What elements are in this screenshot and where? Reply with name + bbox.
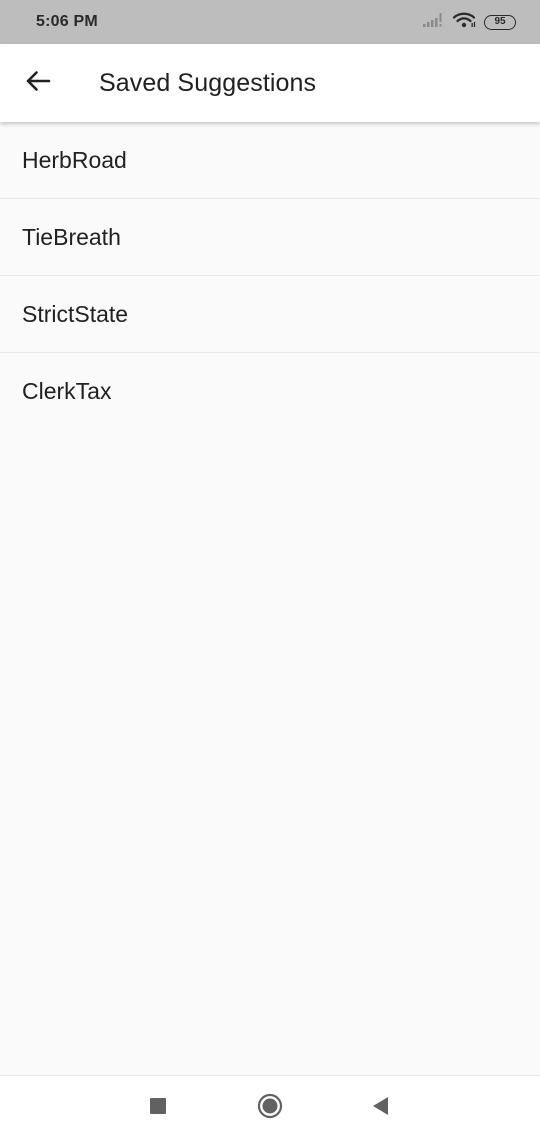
list-item-label: HerbRoad	[22, 146, 127, 173]
app-bar: Saved Suggestions	[0, 44, 540, 122]
battery-icon: 95	[484, 14, 516, 30]
list-item-label: TieBreath	[22, 223, 121, 250]
recents-square-icon	[149, 1097, 167, 1120]
list-item[interactable]: StrictState	[0, 276, 540, 353]
back-button[interactable]	[12, 57, 64, 109]
status-bar: 5:06 PM 95	[0, 0, 540, 44]
battery-level: 95	[494, 16, 506, 27]
nav-back-button[interactable]	[360, 1088, 400, 1128]
wifi-icon	[452, 12, 476, 33]
status-time: 5:06 PM	[36, 13, 98, 30]
saved-suggestions-list: HerbRoad TieBreath StrictState ClerkTax	[0, 122, 540, 430]
list-item[interactable]: ClerkTax	[0, 353, 540, 430]
list-item[interactable]: HerbRoad	[0, 122, 540, 199]
status-icons: 95	[422, 12, 516, 33]
page-title: Saved Suggestions	[99, 68, 317, 97]
home-button[interactable]	[250, 1088, 290, 1128]
back-triangle-icon	[371, 1096, 389, 1121]
arrow-left-icon	[25, 70, 51, 97]
system-nav-bar	[0, 1075, 540, 1140]
signal-icon	[422, 12, 444, 33]
app-screen: 5:06 PM 95 Saved Suggestions HerbRoad Ti…	[0, 0, 540, 1140]
list-item-label: ClerkTax	[22, 378, 112, 404]
recents-button[interactable]	[138, 1088, 178, 1128]
list-item-label: StrictState	[22, 300, 129, 327]
list-item[interactable]: TieBreath	[0, 199, 540, 276]
home-circle-icon	[257, 1093, 283, 1124]
